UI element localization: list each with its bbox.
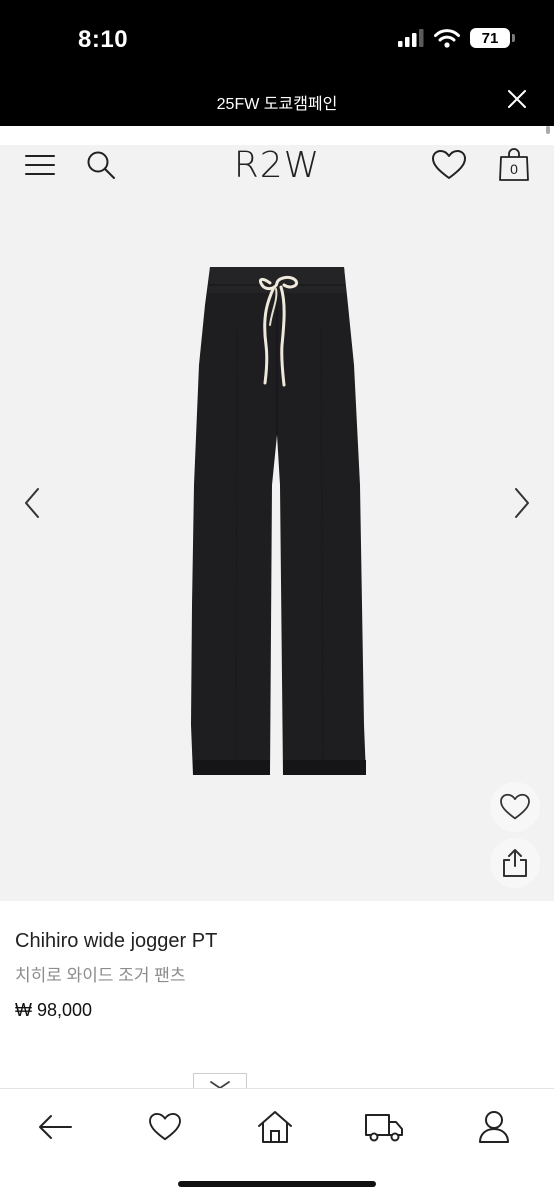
site-header: R2W 0 bbox=[0, 145, 554, 186]
like-floating-button[interactable] bbox=[490, 782, 540, 832]
wishlist-button[interactable] bbox=[431, 147, 467, 183]
product-name-korean: 치히로 와이드 조거 팬츠 bbox=[15, 966, 186, 985]
heart-icon bbox=[149, 1112, 181, 1141]
truck-icon bbox=[365, 1114, 403, 1142]
product-info: Chihiro wide jogger PT 치히로 와이드 조거 팬츠 ₩ 9… bbox=[15, 930, 217, 1021]
nav-back-button[interactable] bbox=[35, 1107, 75, 1147]
expand-tab[interactable] bbox=[193, 1073, 247, 1090]
battery-icon: 71 bbox=[470, 28, 515, 48]
close-icon[interactable] bbox=[506, 88, 528, 110]
chevron-left-icon[interactable] bbox=[18, 485, 48, 521]
signal-icon bbox=[398, 29, 424, 47]
product-image bbox=[191, 267, 366, 775]
top-bar: 8:10 71 25FW 도쿄캠페인 bbox=[0, 0, 554, 126]
product-price: ₩ 98,000 bbox=[15, 1000, 93, 1020]
heart-icon bbox=[432, 150, 466, 179]
product-image-gallery[interactable] bbox=[0, 185, 554, 901]
nav-delivery-button[interactable] bbox=[364, 1107, 404, 1147]
nav-wishlist-button[interactable] bbox=[145, 1107, 185, 1147]
heart-icon bbox=[500, 793, 530, 820]
promo-banner-text[interactable]: 25FW 도쿄캠페인 bbox=[0, 90, 554, 114]
scrollbar[interactable] bbox=[546, 126, 550, 134]
user-icon bbox=[479, 1111, 509, 1143]
share-button[interactable] bbox=[490, 838, 540, 888]
chevron-right-icon[interactable] bbox=[506, 485, 536, 521]
cart-button[interactable]: 0 bbox=[496, 147, 532, 183]
arrow-left-icon bbox=[39, 1115, 72, 1139]
wifi-icon bbox=[434, 28, 460, 48]
status-icons: 71 bbox=[398, 28, 515, 48]
home-indicator bbox=[178, 1181, 376, 1187]
nav-home-button[interactable] bbox=[255, 1107, 295, 1147]
brand-logo[interactable]: R2W bbox=[0, 145, 554, 186]
status-time: 8:10 bbox=[78, 26, 129, 53]
home-icon bbox=[258, 1111, 292, 1143]
share-icon bbox=[503, 849, 527, 877]
cart-count: 0 bbox=[510, 161, 518, 177]
product-name: Chihiro wide jogger PT bbox=[15, 930, 218, 952]
nav-account-button[interactable] bbox=[474, 1107, 514, 1147]
